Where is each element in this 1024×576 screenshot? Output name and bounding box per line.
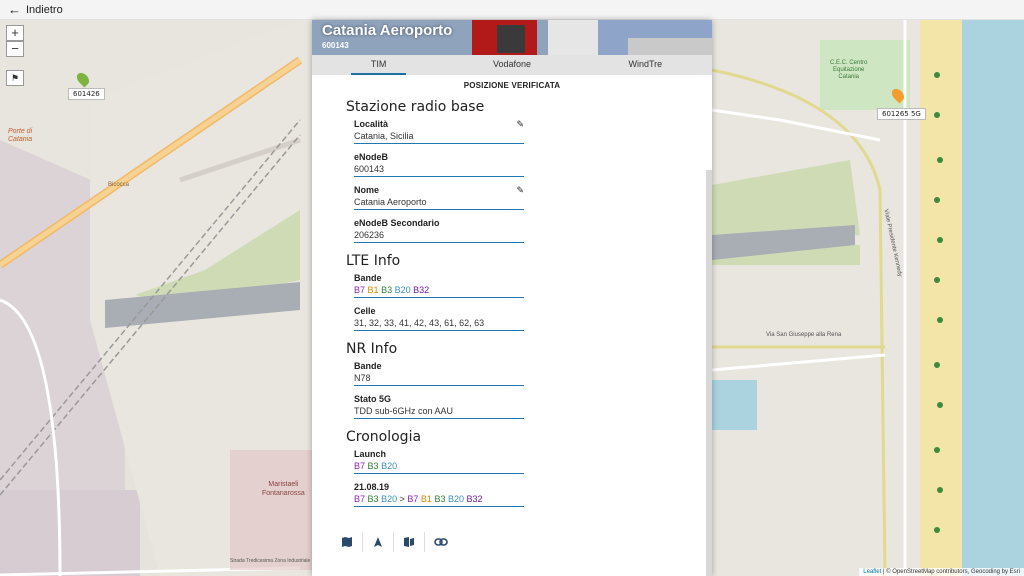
zoom-out-button[interactable]: − xyxy=(6,41,24,57)
tab-vodafone[interactable]: Vodafone xyxy=(445,55,578,75)
field-enodeb: eNodeB 600143 xyxy=(354,152,524,177)
map-label: Bicocca xyxy=(108,182,130,188)
top-bar: ← Indietro xyxy=(0,0,1024,20)
field-stato-5g: Stato 5G TDD sub-6GHz con AAU xyxy=(354,394,524,419)
tab-windtre[interactable]: WindTre xyxy=(579,55,712,75)
section-title: Cronologia xyxy=(346,429,422,445)
back-arrow-icon[interactable]: ← xyxy=(8,0,21,20)
tab-tim[interactable]: TIM xyxy=(312,55,445,75)
field-nome: Nome Catania Aeroporto ✎ xyxy=(354,185,524,210)
directions-icon[interactable] xyxy=(394,532,425,552)
zoom-in-button[interactable]: + xyxy=(6,25,24,41)
locate-button[interactable]: ⚑ xyxy=(6,70,24,86)
operator-tabs: TIM Vodafone WindTre xyxy=(312,55,712,75)
field-nr-bande: Bande N78 xyxy=(354,361,524,386)
map-label: Via San Giuseppe alla Rena xyxy=(766,332,842,338)
marker-label: 601265 5G xyxy=(877,108,926,120)
field-enodeb-secondario: eNodeB Secondario 206236 xyxy=(354,218,524,243)
leaflet-link[interactable]: Leaflet xyxy=(863,569,881,575)
section-title: Stazione radio base xyxy=(346,99,485,115)
station-header: Catania Aeroporto 600143 xyxy=(312,20,712,55)
field-localita: Località Catania, Sicilia ✎ xyxy=(354,119,524,144)
status-text: POSIZIONE VERIFICATA xyxy=(463,81,561,90)
panel-scrollbar[interactable] xyxy=(706,170,712,576)
map-attribution: Leaflet | © OpenStreetMap contributors, … xyxy=(859,568,1024,576)
section-title: NR Info xyxy=(346,341,398,357)
link-icon[interactable] xyxy=(425,532,456,552)
section-title: LTE Info xyxy=(346,253,401,269)
station-detail-panel: Catania Aeroporto 600143 TIM Vodafone Wi… xyxy=(312,20,712,576)
field-history-update: 21.08.19 B7 B3 B20 > B7 B1 B3 B20 B32 xyxy=(354,482,524,507)
station-id: 600143 xyxy=(322,41,349,50)
station-title: Catania Aeroporto xyxy=(322,22,453,39)
action-bar xyxy=(332,532,456,552)
navigate-icon[interactable] xyxy=(363,532,394,552)
map-label: Porte di Catania xyxy=(8,128,33,143)
edit-icon[interactable]: ✎ xyxy=(516,185,524,196)
back-button[interactable]: Indietro xyxy=(26,4,63,16)
field-lte-bande: Bande B7 B1 B3 B20 B32 xyxy=(354,273,524,298)
map-label: Strada Tredicesima Zona Industriale xyxy=(230,558,311,564)
map-icon[interactable] xyxy=(332,532,363,552)
map-label: Maristaeli Fontanarossa xyxy=(262,481,305,497)
field-lte-celle: Celle 31, 32, 33, 41, 42, 43, 61, 62, 63 xyxy=(354,306,524,331)
map-label: C.E.C. Centro Equitazione Catania xyxy=(830,60,868,80)
marker-label: 601426 xyxy=(68,88,105,100)
edit-icon[interactable]: ✎ xyxy=(516,119,524,130)
field-launch: Launch B7 B3 B20 xyxy=(354,449,524,474)
